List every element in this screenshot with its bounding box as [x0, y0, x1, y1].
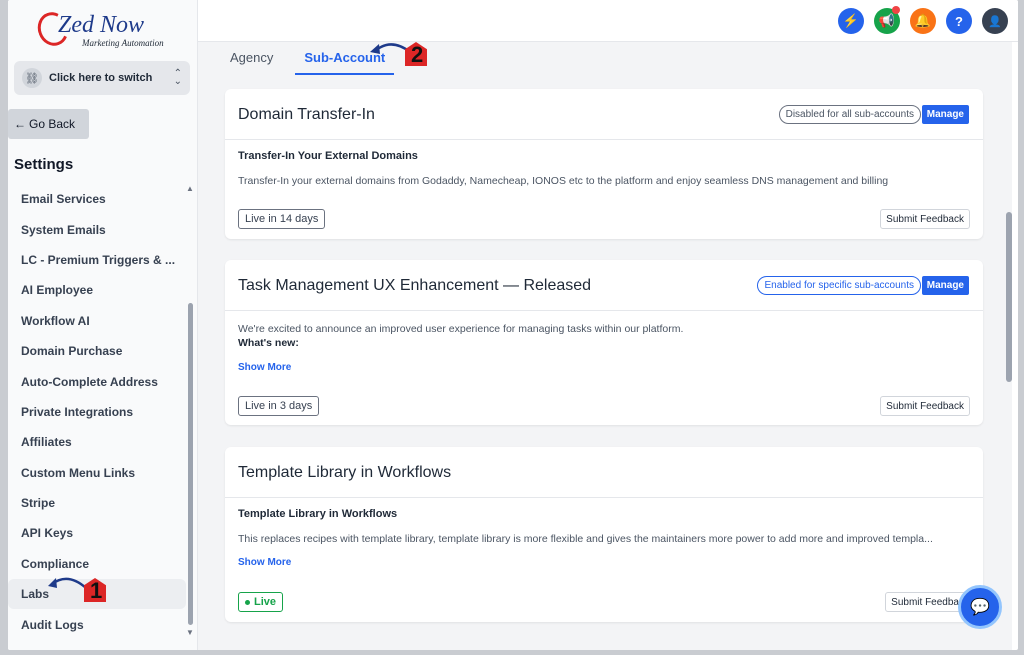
card-header: Template Library in Workflows [225, 447, 983, 498]
sidebar-item-ai-employee[interactable]: AI Employee [8, 275, 186, 305]
sidebar-item-domain-purchase[interactable]: Domain Purchase [8, 336, 186, 366]
sidebar-item-audit-logs[interactable]: Audit Logs [8, 609, 186, 639]
live-label: Live [254, 596, 277, 608]
card-header: Domain Transfer-In Disabled for all sub-… [225, 89, 983, 140]
link-icon: ⛓ [22, 68, 42, 88]
live-status-badge: Live [238, 592, 284, 612]
sidebar-item-private-integrations[interactable]: Private Integrations [8, 397, 186, 427]
sidebar-item-system-emails[interactable]: System Emails [8, 214, 186, 244]
status-badge: Enabled for specific sub-accounts [757, 276, 921, 295]
settings-heading: Settings [14, 156, 74, 173]
card-description: Transfer-In your external domains from G… [238, 175, 889, 187]
switcher-label: Click here to switch [49, 72, 153, 84]
top-bar: ⚡ 📢 🔔 ? 👤 [198, 0, 1018, 42]
annotation-number-1: 1 [90, 578, 103, 603]
show-more-link[interactable]: Show More [238, 362, 291, 373]
app-window: Zed Now Marketing Automation ⛓ Click her… [8, 0, 1018, 650]
manage-button[interactable]: Manage [921, 276, 969, 295]
live-status-badge: Live in 3 days [238, 396, 320, 416]
sidebar-item-api-keys[interactable]: API Keys [8, 518, 186, 548]
tab-agency[interactable]: Agency [230, 42, 273, 75]
sidebar-scrollbar[interactable] [188, 303, 193, 625]
go-back-button[interactable]: ← Go Back [8, 109, 89, 139]
sidebar-item-premium-triggers[interactable]: LC - Premium Triggers & ... [8, 245, 186, 275]
arrow-left-icon: ← [14, 117, 26, 131]
sidebar-item-auto-complete-address[interactable]: Auto-Complete Address [8, 366, 186, 396]
chat-icon: 💬 [970, 599, 990, 616]
annotation-arrow-1-icon [48, 577, 87, 589]
logo-tagline: Marketing Automation [82, 38, 164, 48]
scroll-up-icon[interactable]: ▲ [186, 184, 194, 193]
show-more-link[interactable]: Show More [238, 557, 291, 568]
lightning-icon[interactable]: ⚡ [838, 8, 864, 34]
sidebar-item-email-services[interactable]: Email Services [8, 184, 186, 214]
settings-menu: Email Services System Emails LC - Premiu… [8, 184, 186, 640]
chevron-updown-icon: ⌃ ⌄ [173, 68, 182, 87]
chat-widget-button[interactable]: 💬 [958, 585, 1002, 629]
card-title: Template Library in Workflows [238, 464, 452, 481]
card-description: We're excited to announce an improved us… [238, 323, 684, 335]
sidebar-item-stripe[interactable]: Stripe [8, 488, 186, 518]
live-dot-icon [245, 599, 250, 605]
submit-feedback-button[interactable]: Submit Feedback [880, 396, 970, 416]
go-back-label: Go Back [29, 117, 76, 131]
sidebar-item-workflow-ai[interactable]: Workflow AI [8, 306, 186, 336]
annotation-number-2: 2 [411, 42, 424, 67]
sidebar: Zed Now Marketing Automation ⛓ Click her… [8, 0, 198, 650]
brand-logo[interactable]: Zed Now Marketing Automation [33, 7, 178, 51]
main-scrollbar[interactable] [1006, 212, 1012, 382]
status-badge: Disabled for all sub-accounts [778, 105, 921, 124]
feature-card-task-management: Task Management UX Enhancement — Release… [225, 260, 983, 425]
sidebar-item-custom-menu-links[interactable]: Custom Menu Links [8, 458, 186, 488]
card-header: Task Management UX Enhancement — Release… [225, 260, 983, 311]
account-switcher[interactable]: ⛓ Click here to switch ⌃ ⌄ [14, 61, 190, 95]
feature-card-template-library: Template Library in Workflows Template L… [225, 447, 983, 622]
whats-new-label: What's new: [238, 337, 299, 349]
scroll-down-icon[interactable]: ▼ [186, 628, 194, 637]
card-title: Domain Transfer-In [238, 106, 375, 123]
logo-text: Zed Now [58, 12, 145, 38]
card-subtitle: Transfer-In Your External Domains [238, 150, 418, 162]
manage-button[interactable]: Manage [921, 105, 969, 124]
notification-dot [892, 6, 900, 14]
card-title: Task Management UX Enhancement — Release… [238, 277, 592, 294]
submit-feedback-button[interactable]: Submit Feedback [880, 209, 970, 229]
main-content: Agency Sub-Account 2 Domain Transfer-In … [198, 42, 1012, 650]
feature-card-domain-transfer: Domain Transfer-In Disabled for all sub-… [225, 89, 983, 239]
card-description: This replaces recipes with template libr… [238, 533, 933, 545]
avatar[interactable]: 👤 [982, 8, 1008, 34]
live-status-badge: Live in 14 days [238, 209, 326, 229]
bell-icon[interactable]: 🔔 [910, 8, 936, 34]
sidebar-item-affiliates[interactable]: Affiliates [8, 427, 186, 457]
sidebar-item-compliance[interactable]: Compliance [8, 549, 186, 579]
help-icon[interactable]: ? [946, 8, 972, 34]
card-subtitle: Template Library in Workflows [238, 508, 398, 520]
